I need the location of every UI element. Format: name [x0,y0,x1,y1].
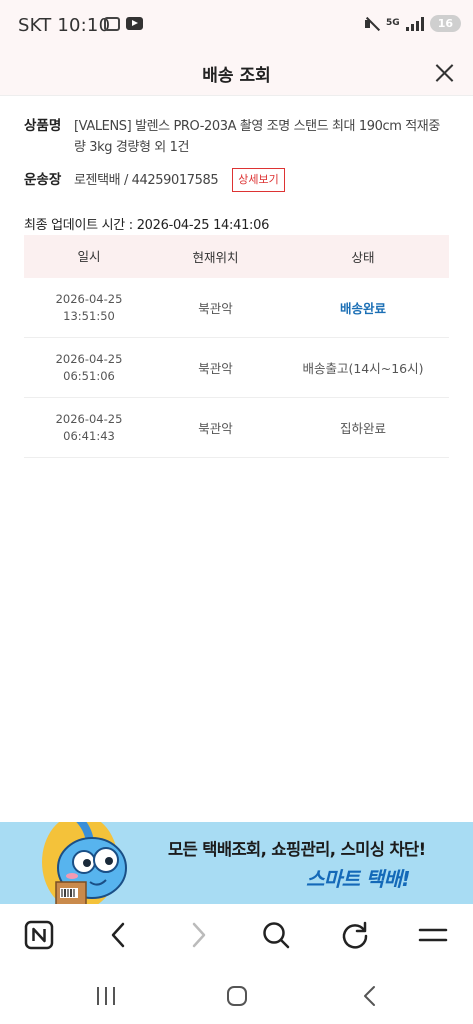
signal-icon [405,16,424,31]
table-header: 일시 현재위치 상태 [24,235,449,278]
row-status: 배송완료 [339,301,386,316]
recent-apps-icon [97,987,115,1005]
header-status: 상태 [351,250,375,265]
product-name: [VALENS] 발렌스 PRO-203A 촬영 조명 스탠드 최대 190cm… [74,116,440,158]
system-back-button[interactable] [355,982,385,1010]
row-status: 집하완료 [339,421,386,436]
smart-delivery-banner[interactable]: 모든 택배조회, 쇼핑관리, 스미싱 차단! 스마트 택배! [0,822,473,904]
row-location: 북관악 [198,301,233,316]
browser-toolbar [0,904,473,966]
refresh-button[interactable] [340,920,370,950]
header-location: 현재위치 [192,250,239,265]
back-icon [364,986,375,1006]
network-label: 5G [386,18,400,28]
refresh-icon [342,921,368,949]
row-time: 13:51:50 [63,308,115,323]
tracking-table: 일시 현재위치 상태 2026-04-25 13:51:50 북관악 배송완료 … [24,235,449,458]
row-status: 배송출고(14시~16시) [302,361,424,376]
system-status: 5G 16 [364,15,461,32]
system-nav-bar [0,966,473,1024]
page-header: 배송 조회 [0,52,473,96]
search-button[interactable] [261,920,291,950]
row-date: 2026-04-25 [55,411,123,426]
n-home-icon [24,920,54,950]
screenshot-icon [104,17,120,31]
carrier-time: SKT 10:10 [18,15,111,36]
home-icon [227,986,247,1006]
last-update-time: 최종 업데이트 시간 : 2026-04-25 14:41:06 [24,218,270,233]
row-location: 북관악 [198,361,233,376]
product-name-line2: 량 3kg 경량형 외 1건 [74,140,190,155]
status-bar: SKT 10:10 5G 16 [0,0,473,52]
table-row: 2026-04-25 06:41:43 북관악 집하완료 [24,398,449,458]
row-datetime: 2026-04-25 06:41:43 [24,411,154,445]
battery-indicator: 16 [429,15,461,32]
row-location: 북관악 [198,421,233,436]
row-date: 2026-04-25 [55,351,123,366]
mute-icon [364,16,380,32]
invoice-info: 운송장 로젠택배 / 44259017585 상세보기 [24,168,453,192]
youtube-icon [126,17,143,30]
forward-button[interactable] [183,920,213,950]
menu-button[interactable] [418,920,448,950]
table-row: 2026-04-25 06:51:06 북관악 배송출고(14시~16시) [24,338,449,398]
row-date: 2026-04-25 [55,291,123,306]
product-name-line1: [VALENS] 발렌스 PRO-203A 촬영 조명 스탠드 최대 190cm… [74,119,440,134]
banner-headline: 모든 택배조회, 쇼핑관리, 스미싱 차단! [168,840,426,859]
forward-arrow-icon [192,922,206,948]
menu-icon [418,928,448,942]
header-datetime: 일시 [77,249,101,264]
table-row: 2026-04-25 13:51:50 북관악 배송완료 [24,278,449,338]
product-label: 상품명 [24,118,62,134]
home-button[interactable] [222,982,252,1010]
notification-icons [104,17,143,31]
mascot-icon [42,822,127,904]
back-arrow-icon [111,922,125,948]
row-time: 06:41:43 [63,428,115,443]
product-info: 상품명 [VALENS] 발렌스 PRO-203A 촬영 조명 스탠드 최대 1… [24,116,453,158]
recent-apps-button[interactable] [91,982,121,1010]
row-datetime: 2026-04-25 06:51:06 [24,351,154,385]
banner-brand: 스마트 택배! [306,867,410,891]
invoice-label: 운송장 [24,171,62,188]
row-time: 06:51:06 [63,368,115,383]
back-button[interactable] [104,920,134,950]
search-icon [263,922,290,949]
row-datetime: 2026-04-25 13:51:50 [24,291,154,325]
page-title: 배송 조회 [202,66,271,86]
detail-view-button[interactable]: 상세보기 [232,168,285,192]
n-home-button[interactable] [24,920,54,950]
invoice-number: 로젠택배 / 44259017585 [74,172,219,188]
close-button[interactable] [429,58,459,88]
